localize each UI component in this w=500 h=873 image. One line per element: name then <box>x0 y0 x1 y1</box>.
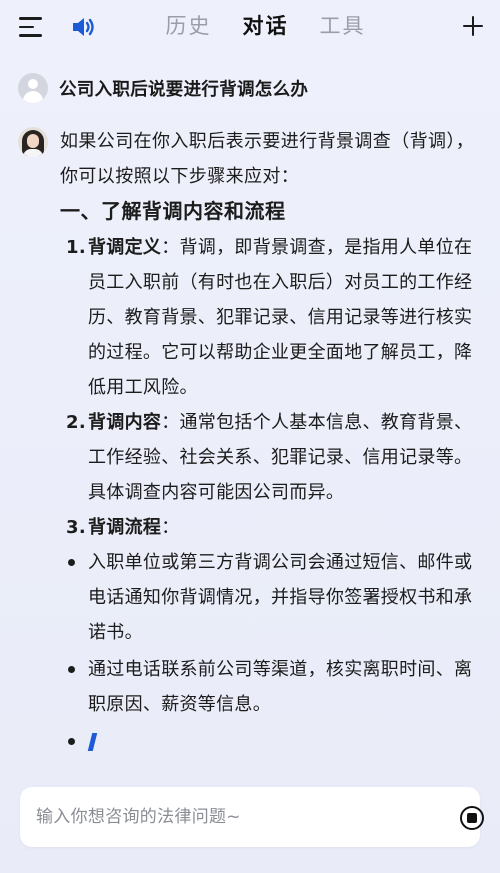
list-item: 3. 背调流程： <box>60 510 480 545</box>
bullet-item: 入职单位或第三方背调公司会通过短信、邮件或电话通知你背调情况，并指导你签署授权书… <box>60 545 480 650</box>
assistant-avatar <box>18 127 48 157</box>
user-message: 公司入职后说要进行背调怎么办 <box>18 73 308 103</box>
user-avatar <box>18 73 48 103</box>
list-item: 2. 背调内容：通常包括个人基本信息、教育背景、工作经验、社会关系、犯罪记录、信用… <box>60 405 480 510</box>
top-bar: 历史 对话 工具 <box>0 0 500 54</box>
list-item-number: 2. <box>66 412 86 433</box>
assistant-answer: 如果公司在你入职后表示要进行背景调查（背调），你可以按照以下步骤来应对： 一、了… <box>60 124 480 761</box>
tab-bar: 历史 对话 工具 <box>150 10 381 40</box>
user-question-text: 公司入职后说要进行背调怎么办 <box>59 79 309 100</box>
list-item-number: 3. <box>66 517 86 538</box>
list-item-text: ：背调，即背景调查，是指用人单位在员工入职前（有时也在入职后）对员工的工作经历、… <box>88 237 473 398</box>
list-item-title: 背调流程 <box>88 517 162 538</box>
chat-input-box <box>20 787 484 847</box>
speaker-icon[interactable] <box>70 14 96 40</box>
list-item-number: 1. <box>66 237 86 258</box>
bullet-item: 通过电话联系前公司等渠道，核实离职时间、离职原因、薪资等信息。 <box>60 652 480 722</box>
question-input[interactable] <box>36 807 416 827</box>
tab-tools[interactable]: 工具 <box>304 10 381 40</box>
answer-numbered-list: 1. 背调定义：背调，即背景调查，是指用人单位在员工入职前（有时也在入职后）对员工… <box>60 230 480 545</box>
list-item: 1. 背调定义：背调，即背景调查，是指用人单位在员工入职前（有时也在入职后）对员工… <box>60 230 480 405</box>
list-item-title: 背调定义 <box>88 237 162 258</box>
list-item-title: 背调内容 <box>88 412 162 433</box>
answer-section-title: 一、了解背调内容和流程 <box>60 199 286 223</box>
plus-icon[interactable] <box>461 14 485 38</box>
typing-cursor <box>87 733 98 751</box>
stop-generation-icon[interactable] <box>460 806 484 830</box>
bullet-item-streaming <box>60 724 480 759</box>
answer-bullet-list: 入职单位或第三方背调公司会通过短信、邮件或电话通知你背调情况，并指导你签署授权书… <box>60 545 480 759</box>
tab-history[interactable]: 历史 <box>150 10 227 40</box>
tab-chat[interactable]: 对话 <box>227 10 304 40</box>
answer-intro: 如果公司在你入职后表示要进行背景调查（背调），你可以按照以下步骤来应对： <box>60 131 475 187</box>
list-item-text: ： <box>161 517 180 538</box>
menu-icon[interactable] <box>19 16 44 38</box>
